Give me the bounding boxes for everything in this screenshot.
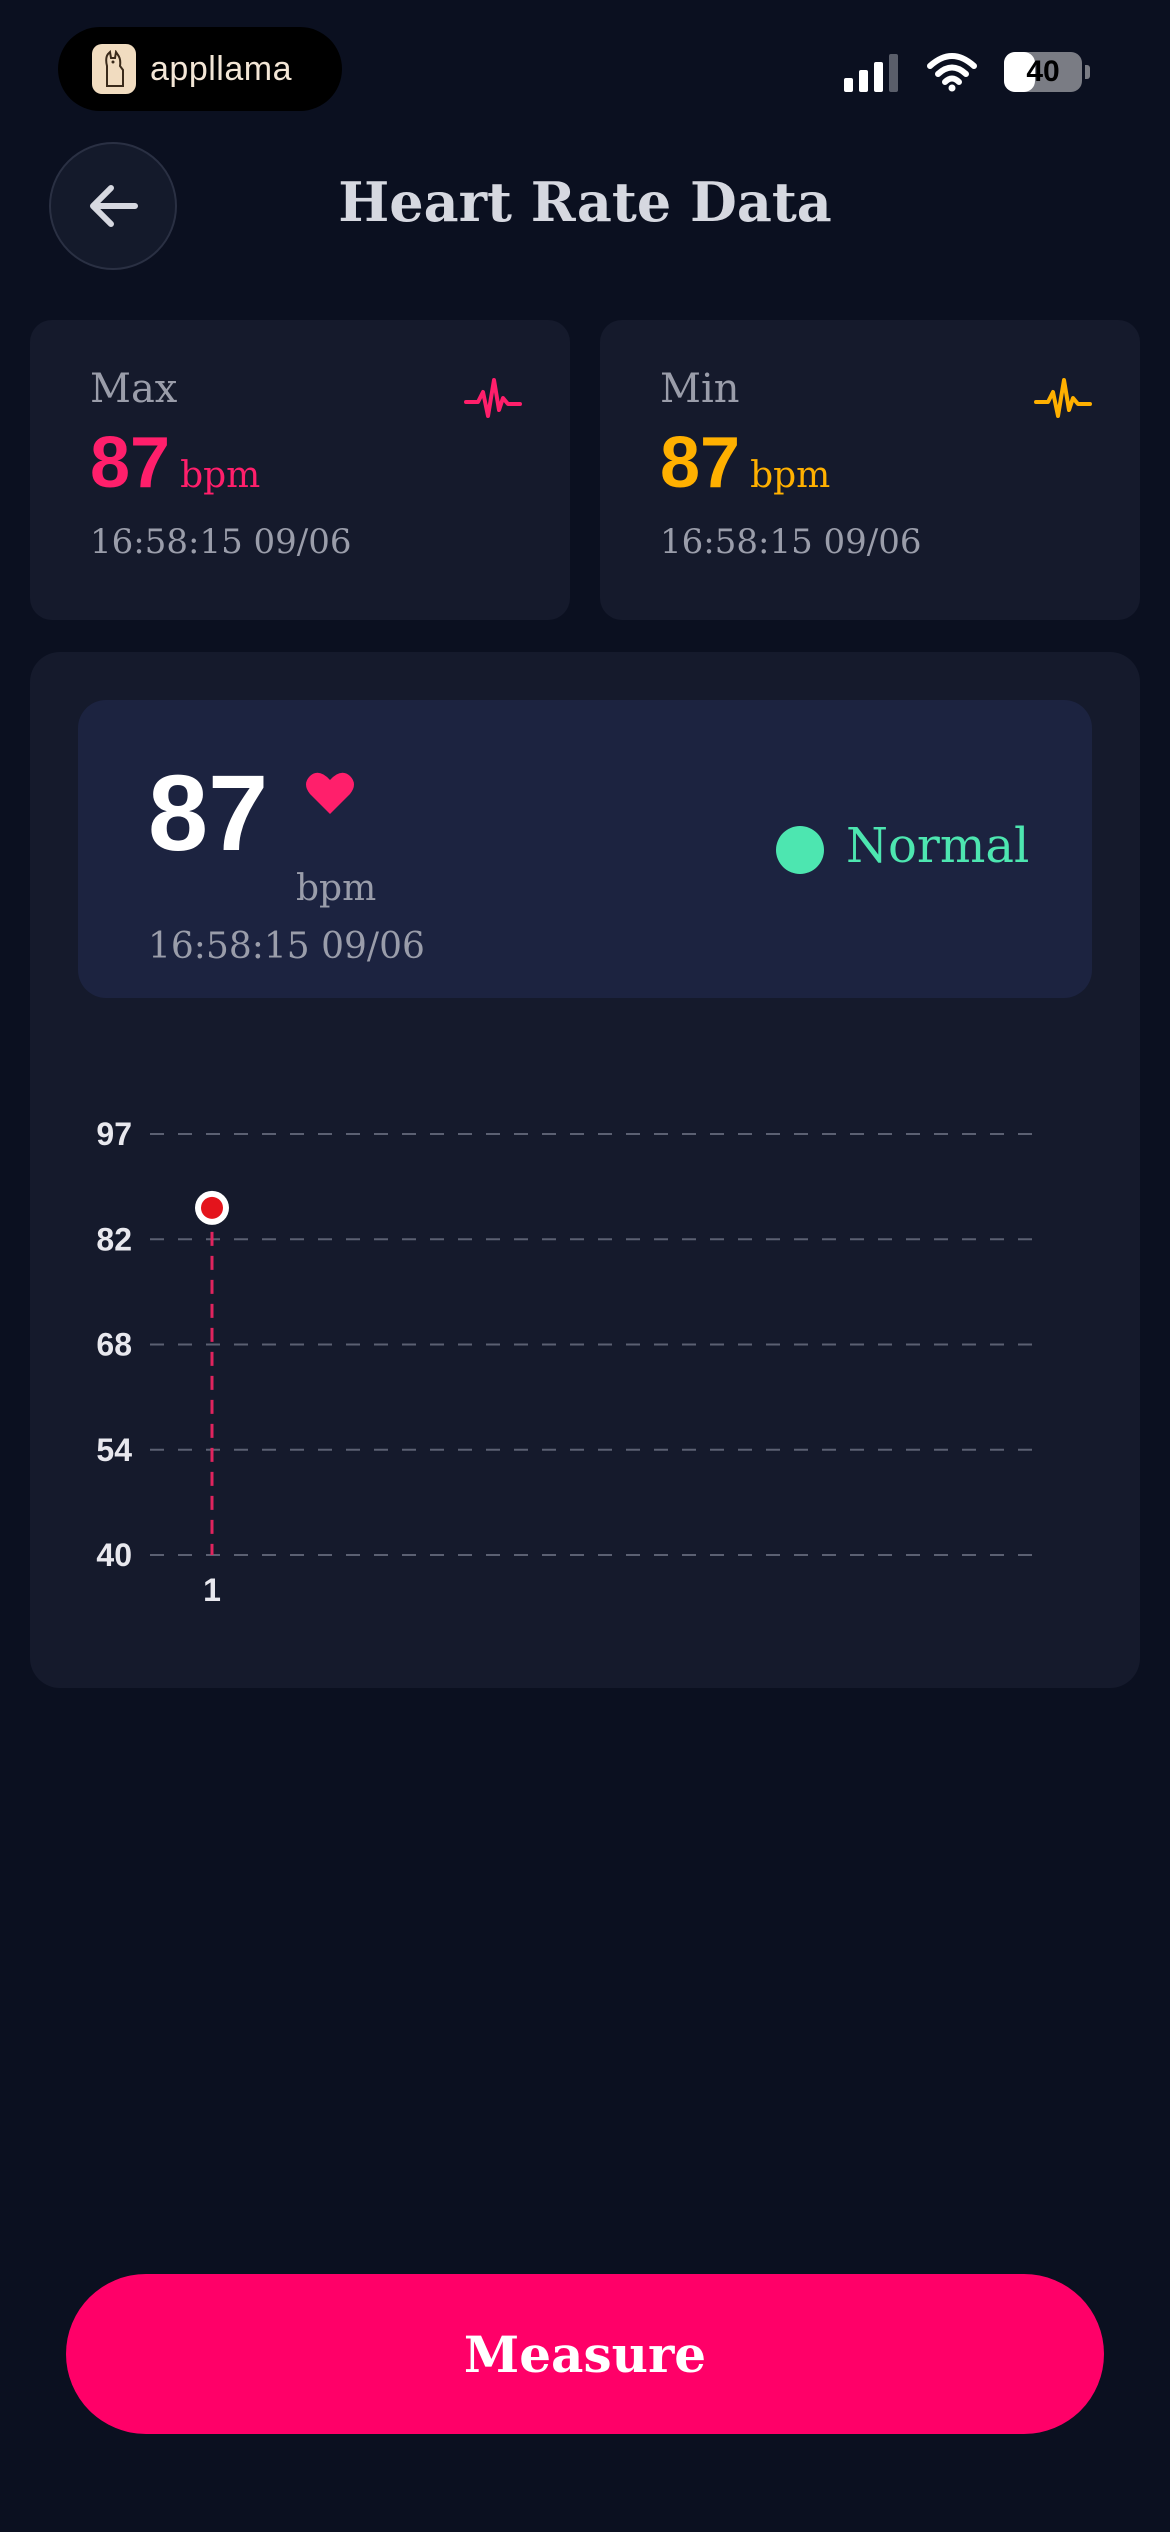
heart-rate-panel: 87 bpm 16:58:15 09/06 Normal 97 82 68 54 40 1 [30,652,1140,1688]
measure-button[interactable]: Measure [66,2274,1104,2434]
heart-rate-chart: 97 82 68 54 40 1 [96,1116,1034,1608]
min-value: 87 [660,423,741,503]
page-title: Heart Rate Data [338,170,832,234]
battery-icon: 40 [1004,52,1082,92]
min-card: Min 87 bpm 16:58:15 09/06 [600,320,1140,620]
max-label: Max [90,366,178,412]
y-tick-label: 82 [96,1221,132,1257]
data-point [201,1196,223,1219]
max-value: 87 [90,423,171,503]
pulse-icon [464,378,522,418]
max-unit: bpm [180,455,261,496]
x-tick-label: 1 [203,1572,221,1608]
app-name: appllama [150,49,292,88]
pulse-icon [1034,378,1092,418]
wifi-icon [927,53,977,92]
y-tick-label: 68 [96,1327,132,1363]
min-time: 16:58:15 09/06 [660,522,922,562]
max-time: 16:58:15 09/06 [90,522,352,562]
min-unit: bpm [750,455,831,496]
y-tick-label: 40 [96,1537,132,1573]
max-card: Max 87 bpm 16:58:15 09/06 [30,320,570,620]
min-label: Min [660,366,740,412]
status-icons: 40 [844,52,1090,92]
app-badge[interactable]: appllama [58,27,342,111]
llama-logo-icon [92,44,136,94]
battery-cap [1085,65,1090,79]
battery-level: 40 [1026,55,1060,88]
y-tick-label: 97 [96,1116,132,1152]
y-tick-label: 54 [96,1432,132,1468]
signal-icon [844,52,898,92]
